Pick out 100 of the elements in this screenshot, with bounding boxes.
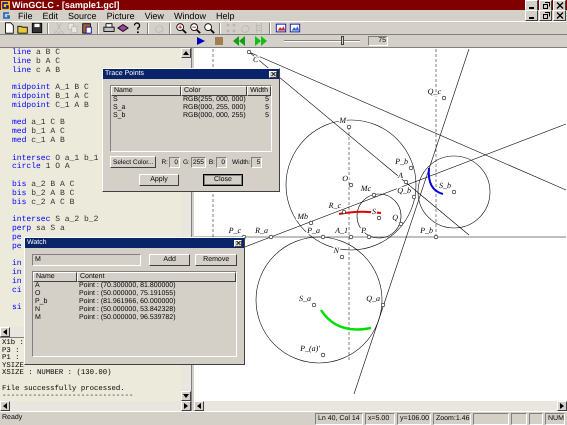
right-arrow-icon[interactable]	[559, 403, 565, 409]
code-arguments: O a_1 b_1	[55, 154, 98, 163]
code-keyword: si	[12, 303, 22, 312]
status-panel	[511, 412, 527, 424]
status-panel	[529, 412, 543, 424]
point-dot	[342, 210, 346, 214]
menu-item[interactable]: View	[140, 10, 169, 20]
code-keyword: med	[12, 127, 26, 136]
code-keyword: bis	[12, 180, 26, 189]
menu-item[interactable]: Help	[210, 10, 240, 20]
new-file-icon[interactable]	[3, 22, 15, 34]
point-label: S_b	[439, 181, 451, 190]
zoom-in-icon[interactable]	[175, 22, 187, 34]
code-arguments: a_2 B A C	[31, 180, 74, 189]
close-icon[interactable]	[269, 70, 277, 78]
horizontal-scrollbar[interactable]	[0, 401, 191, 411]
point-dot	[346, 124, 352, 130]
point-dot	[348, 182, 354, 188]
point-label: S_a	[299, 294, 311, 303]
floppy-disk-icon[interactable]	[31, 22, 43, 34]
menu-item[interactable]: Edit	[38, 10, 64, 20]
code-keyword: bis	[12, 188, 26, 198]
app-logo-icon	[1, 0, 10, 10]
point-label: R_a	[255, 226, 268, 235]
trace-curve	[320, 309, 372, 331]
code-keyword: midpoint	[12, 92, 50, 101]
point-dot	[268, 234, 274, 240]
code-arguments: 1 O A	[46, 162, 70, 172]
left-arrow-icon[interactable]	[2, 403, 8, 409]
point-dot	[452, 190, 456, 194]
point-label: P_a	[307, 226, 320, 235]
code-arguments: b_2 A B C	[31, 188, 74, 198]
speed-slider[interactable]	[284, 36, 360, 46]
code-arguments: c A B	[36, 66, 60, 75]
code-keyword: intersec	[12, 154, 50, 163]
menu-item[interactable]: Source	[63, 10, 102, 20]
help-icon[interactable]	[131, 22, 143, 34]
document-logo-icon	[2, 11, 11, 20]
restore-icon[interactable]	[539, 0, 552, 10]
magnifier-icon[interactable]	[203, 22, 215, 34]
picture-icon[interactable]	[275, 22, 287, 34]
down-arrow-icon[interactable]	[183, 393, 189, 399]
code-keyword: med	[12, 118, 26, 128]
menu-item[interactable]: Picture	[102, 10, 140, 20]
minimize-icon[interactable]	[525, 10, 538, 21]
code-keyword: bis	[12, 198, 26, 207]
code-arguments: b A C	[36, 56, 60, 66]
horizontal-scrollbar[interactable]	[194, 401, 567, 411]
menu-item[interactable]: Window	[168, 10, 211, 20]
up-arrow-icon[interactable]	[183, 50, 189, 56]
play-icon[interactable]	[196, 36, 206, 46]
point-label: P_(a)'	[300, 344, 320, 353]
point-label: Mc	[360, 184, 371, 193]
code-arguments: c_1 A B	[31, 136, 65, 145]
right-arrow-icon[interactable]	[183, 403, 189, 409]
point-dot	[366, 234, 372, 240]
point-dot	[312, 302, 316, 308]
code-keyword: med	[12, 136, 26, 145]
close-icon[interactable]	[234, 240, 242, 246]
menu-item[interactable]: File	[13, 10, 38, 20]
code-keyword: in	[12, 268, 22, 277]
picture-icon[interactable]	[289, 22, 301, 34]
printer-icon[interactable]	[103, 22, 115, 34]
point-label: O	[342, 174, 348, 183]
code-keyword: intersec	[12, 215, 50, 224]
zoom-out-icon[interactable]	[189, 22, 201, 34]
point-dot	[408, 166, 414, 170]
restore-icon[interactable]	[539, 10, 552, 21]
point-label: A	[398, 171, 403, 180]
point-dot	[340, 254, 344, 260]
code-keyword: circle	[12, 162, 41, 172]
point-dot	[434, 234, 438, 240]
point-label: Mb	[297, 212, 308, 221]
point-label: Q	[392, 213, 398, 222]
point-dot	[372, 192, 376, 198]
code-arguments: B_1 A C	[55, 92, 89, 101]
clipboard-icon[interactable]	[81, 22, 93, 34]
code-arguments: c_2 A C B	[31, 198, 74, 207]
left-arrow-icon[interactable]	[2, 329, 8, 335]
minimize-icon[interactable]	[525, 0, 538, 10]
point-label: R_c	[328, 201, 341, 210]
point-dot	[376, 216, 382, 220]
point-dot	[320, 234, 326, 240]
point-dot	[348, 234, 354, 240]
point-label: P_b	[420, 226, 433, 235]
code-keyword: in	[12, 259, 22, 268]
code-keyword: line	[12, 66, 32, 75]
code-arguments: sa S a	[36, 224, 65, 233]
code-keyword: line	[12, 56, 32, 66]
code-keyword: midpoint	[12, 83, 50, 92]
point-dot	[320, 352, 326, 358]
point-dot	[398, 222, 404, 226]
code-keyword: ci	[12, 286, 22, 295]
point-label: N	[334, 246, 339, 255]
code-keyword: pe	[12, 242, 22, 251]
code-arguments: C_1 A B	[55, 100, 89, 110]
left-arrow-icon[interactable]	[196, 403, 202, 409]
code-arguments: a_1 C B	[31, 118, 65, 128]
window-title: WinGCLC - [sample1.gcl]	[12, 0, 120, 10]
code-arguments: a B C	[36, 48, 60, 57]
